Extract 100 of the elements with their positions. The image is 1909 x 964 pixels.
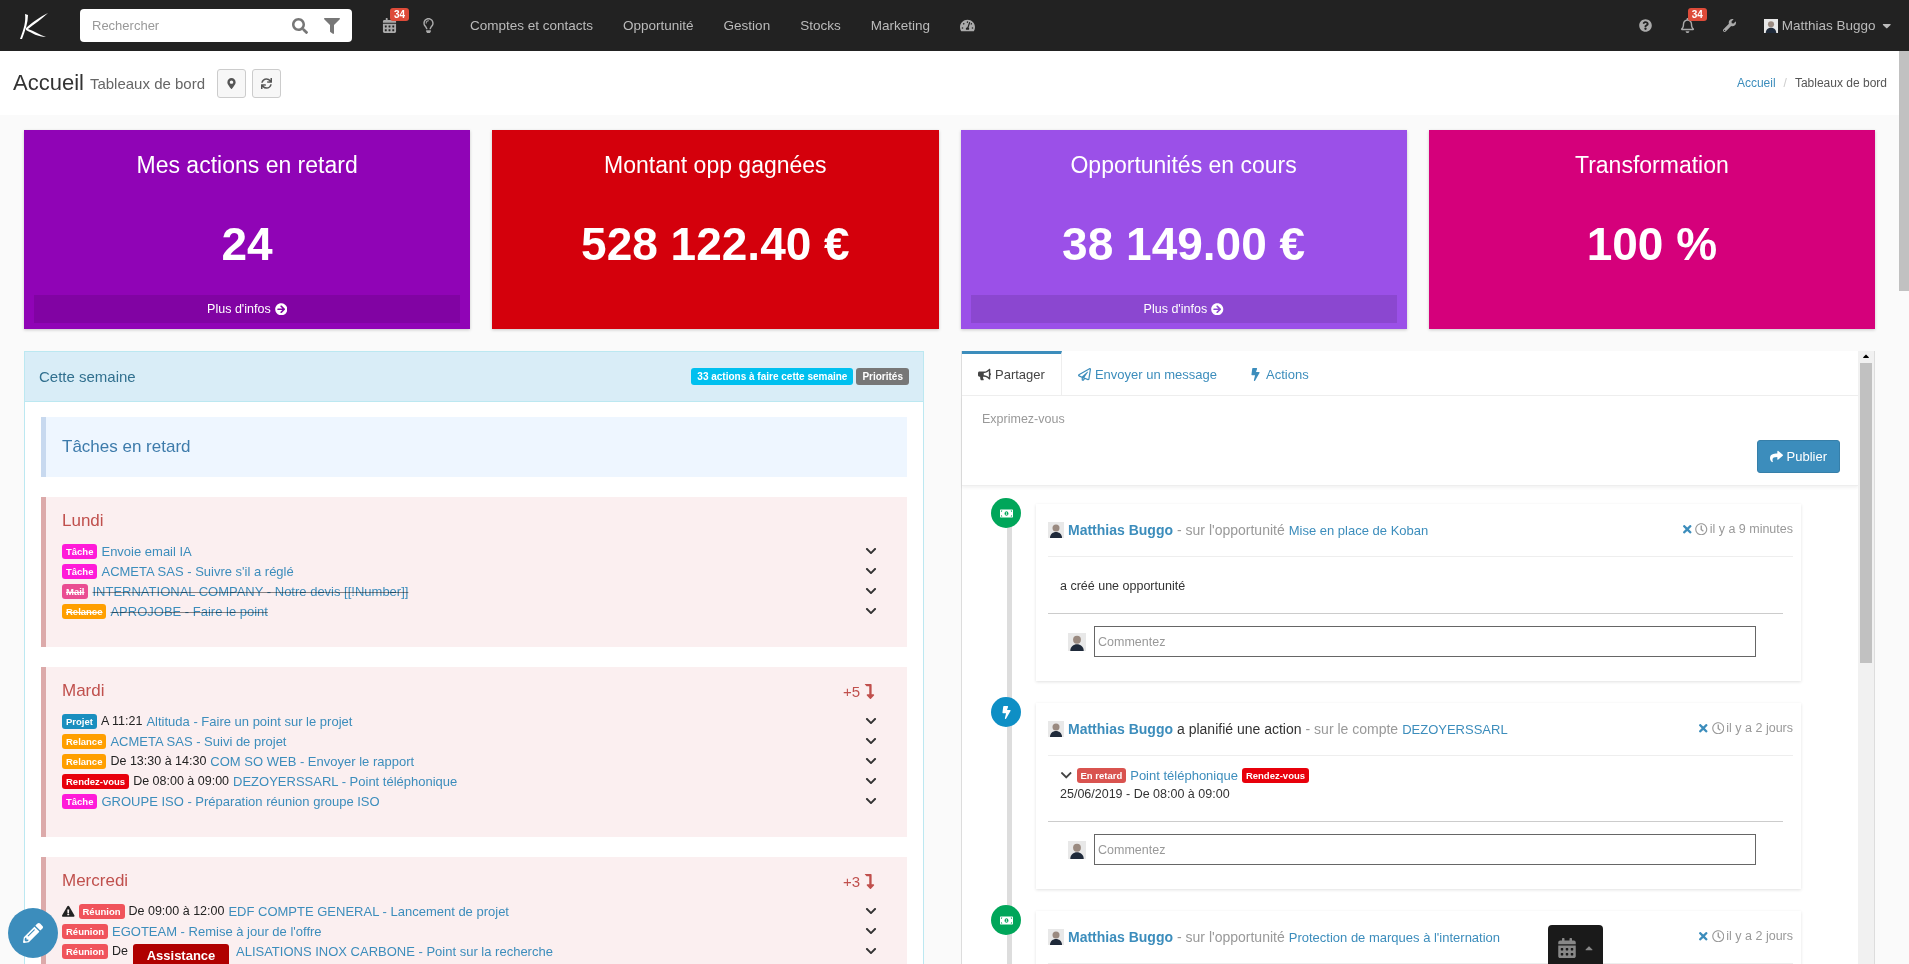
calendar-widget-button[interactable] xyxy=(1548,925,1603,964)
task-link[interactable]: COM SO WEB - Envoyer le rapport xyxy=(210,753,415,769)
dashboard-icon[interactable] xyxy=(959,18,975,33)
pin-button[interactable] xyxy=(217,68,246,98)
card-title: Mes actions en retard xyxy=(136,152,358,179)
target-link[interactable]: DEZOYERSSARL xyxy=(1402,721,1508,737)
arrow-down-icon xyxy=(862,873,877,889)
task-link[interactable]: EGOTEAM - Remise à jour de l'offre xyxy=(112,923,322,939)
comment-field[interactable]: Commentez xyxy=(1094,834,1756,865)
task-link[interactable]: ALISATIONS INOX CARBONE - Point sur la recherche xyxy=(236,943,553,959)
bolt-icon xyxy=(991,697,1021,727)
avatar-icon xyxy=(1068,840,1086,859)
publish-button[interactable]: Publier xyxy=(1756,440,1840,473)
chevron-icon[interactable] xyxy=(865,775,877,787)
task-link[interactable]: DEZOYERSSARL - Point téléphonique xyxy=(233,773,458,789)
close-icon[interactable] xyxy=(1697,929,1710,943)
breadcrumb-text: Tableaux de bord xyxy=(1794,76,1887,90)
panel-title: Cette semaine xyxy=(39,368,136,385)
timestamp: il y a 9 minutes xyxy=(1709,522,1793,536)
nav-link[interactable]: Comptes et contacts xyxy=(470,18,594,33)
chevron-icon[interactable] xyxy=(865,545,877,557)
author-link[interactable]: Matthias Buggo xyxy=(1068,721,1173,737)
search-field[interactable]: Rechercher xyxy=(80,9,352,42)
target-link[interactable]: Mise en place de Koban xyxy=(1288,522,1429,538)
assistance-button[interactable]: Assistance xyxy=(133,944,229,964)
scrollbar[interactable] xyxy=(1899,51,1909,291)
edit-button[interactable] xyxy=(8,908,58,958)
author-link[interactable]: Matthias Buggo xyxy=(1068,522,1173,538)
chevron-icon[interactable] xyxy=(865,755,877,767)
task-link[interactable]: ACMETA SAS - Suivre s'il a réglé xyxy=(101,563,294,579)
arrow-down-icon xyxy=(862,683,877,699)
nav-link[interactable]: Stocks xyxy=(800,18,841,33)
tab[interactable]: Actions xyxy=(1233,351,1325,395)
close-icon[interactable] xyxy=(1680,522,1694,536)
tab[interactable]: Partager xyxy=(962,351,1062,395)
calendar-icon[interactable] xyxy=(382,18,397,33)
share-icon xyxy=(1769,450,1783,463)
filter-icon[interactable] xyxy=(324,18,340,34)
clock-icon xyxy=(1711,929,1725,943)
task-tag: Relance xyxy=(62,733,107,749)
task-time: De 13:30 à 14:30 xyxy=(110,754,207,768)
card-title: Montant opp gagnées xyxy=(604,152,827,179)
chevron-icon[interactable] xyxy=(865,735,877,747)
card-title: Opportunités en cours xyxy=(1070,152,1297,179)
count-badge[interactable]: 33 actions à faire cette semaine xyxy=(691,368,854,385)
task-link[interactable]: Envoie email IA xyxy=(101,543,192,559)
nav-link[interactable]: Opportunité xyxy=(623,18,694,33)
task-link[interactable]: GROUPE ISO - Préparation réunion groupe ISO xyxy=(101,793,380,809)
chevron-icon[interactable] xyxy=(865,905,877,917)
search-icon[interactable] xyxy=(292,18,308,34)
target-link[interactable]: Protection de marques à l'internation xyxy=(1288,929,1501,945)
refresh-button[interactable] xyxy=(252,68,281,98)
chevron-icon[interactable] xyxy=(865,715,877,727)
refresh-icon xyxy=(261,77,272,89)
chevron-icon[interactable] xyxy=(865,605,877,617)
task-tag: Tâche xyxy=(62,543,98,559)
nav-link[interactable]: Marketing xyxy=(870,18,930,33)
chevron-icon[interactable] xyxy=(865,565,877,577)
chevron-icon[interactable] xyxy=(865,945,877,957)
card-title: Transformation xyxy=(1574,152,1729,179)
task-tag: Projet xyxy=(62,713,97,729)
breadcrumb-separator: / xyxy=(1783,76,1787,90)
clock-icon xyxy=(1711,721,1725,735)
tab[interactable]: Envoyer un message xyxy=(1061,351,1233,395)
bolt-icon xyxy=(1249,368,1262,381)
task-link[interactable]: EDF COMPTE GENERAL - Lancement de projet xyxy=(228,903,509,919)
avatar-icon xyxy=(1048,721,1064,737)
avatar-icon xyxy=(1068,632,1086,651)
nav-link[interactable]: Gestion xyxy=(723,18,771,33)
activity-context: - sur l'opportunité xyxy=(1177,929,1285,945)
scrollbar[interactable] xyxy=(1858,351,1874,964)
comment-field[interactable]: Commentez xyxy=(1094,626,1756,657)
more-count[interactable]: +5 xyxy=(842,682,877,700)
help-icon[interactable] xyxy=(1638,19,1652,32)
task-tag: Réunion xyxy=(62,923,108,939)
breadcrumb-link[interactable]: Accueil xyxy=(1736,76,1776,90)
avatar-icon xyxy=(1048,522,1064,538)
day-title: Mardi xyxy=(62,681,105,701)
lightbulb-icon[interactable] xyxy=(421,18,436,33)
arrow-icon xyxy=(1211,302,1224,316)
day-title: Mercredi xyxy=(62,871,129,891)
task-link[interactable]: Altituda - Faire un point sur le projet xyxy=(146,713,353,729)
page-title: Accueil xyxy=(13,70,84,96)
more-info-link[interactable]: Plus d'infos xyxy=(34,295,461,323)
count-badge[interactable]: Priorités xyxy=(856,368,909,385)
user-menu[interactable]: Matthias Buggo xyxy=(1763,18,1893,33)
close-icon[interactable] xyxy=(1697,721,1710,735)
chevron-icon[interactable] xyxy=(865,795,877,807)
chevron-icon[interactable] xyxy=(865,585,877,597)
task-link[interactable]: Point téléphonique xyxy=(1130,768,1238,783)
more-count[interactable]: +3 xyxy=(842,872,877,890)
task-tag: Tâche xyxy=(62,563,98,579)
activity-text: a créé une opportunité xyxy=(1048,557,1783,614)
chevron-icon[interactable] xyxy=(865,925,877,937)
wrench-icon[interactable] xyxy=(1722,19,1736,32)
author-link[interactable]: Matthias Buggo xyxy=(1068,929,1173,945)
task-tag: Réunion xyxy=(78,903,125,919)
activity-verb: a planifié une action xyxy=(1177,721,1302,737)
task-link[interactable]: ACMETA SAS - Suivi de projet xyxy=(110,733,287,749)
more-info-link[interactable]: Plus d'infos xyxy=(970,295,1397,323)
